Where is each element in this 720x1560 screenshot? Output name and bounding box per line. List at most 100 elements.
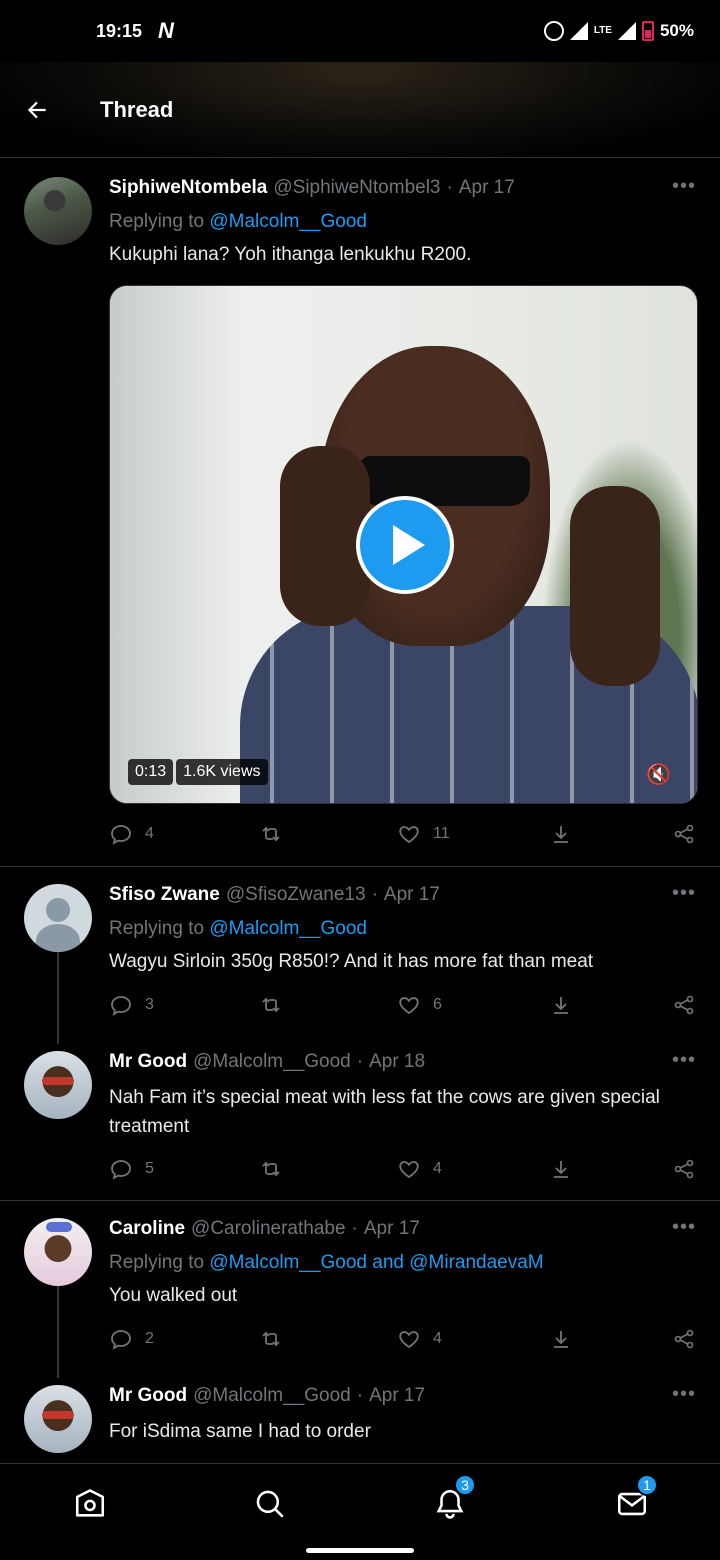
- heart-icon: [399, 1331, 419, 1349]
- tweet-author-handle[interactable]: @Malcolm__Good: [193, 1051, 351, 1073]
- reply-button[interactable]: 3: [109, 993, 154, 1017]
- like-button[interactable]: 11: [397, 822, 450, 846]
- tweet-text: Kukuphi lana? Yoh ithanga lenkukhu R200.: [109, 244, 472, 265]
- like-count: 11: [433, 825, 450, 842]
- mute-icon[interactable]: 🔇: [646, 762, 671, 787]
- page-title: Thread: [100, 96, 174, 122]
- replying-to-link[interactable]: @Malcolm__Good and @MirandaevaM: [209, 1252, 543, 1273]
- like-button[interactable]: 6: [397, 993, 442, 1017]
- signal-icon-2: [617, 22, 636, 40]
- nav-notifications[interactable]: 3: [430, 1474, 476, 1524]
- video-frame-wall: [110, 286, 240, 803]
- alarm-icon: [543, 21, 564, 41]
- download-icon: [554, 1331, 568, 1348]
- more-options-icon[interactable]: •••: [672, 1216, 696, 1239]
- download-button[interactable]: [549, 1327, 573, 1351]
- download-button[interactable]: [549, 1157, 573, 1181]
- video-duration: 0:13: [128, 759, 174, 785]
- separator-dot: ·: [351, 1218, 358, 1239]
- home-indicator[interactable]: [306, 1548, 414, 1553]
- retweet-button[interactable]: [259, 1157, 283, 1181]
- retweet-icon: [262, 1161, 280, 1177]
- like-button[interactable]: 4: [397, 1157, 442, 1181]
- download-button[interactable]: [549, 993, 573, 1017]
- heart-icon: [399, 1161, 419, 1179]
- nav-messages[interactable]: 1: [612, 1474, 658, 1524]
- notifications-badge: 3: [454, 1474, 476, 1496]
- video-views: 1.6K views: [176, 759, 268, 785]
- like-button[interactable]: 4: [397, 1327, 442, 1351]
- separator-dot: ·: [356, 1385, 364, 1406]
- tweet-author-handle[interactable]: @Malcolm__Good: [193, 1385, 351, 1407]
- video-frame-person: [240, 346, 697, 803]
- tweet-date[interactable]: Apr 18: [369, 1051, 425, 1073]
- tweet-date[interactable]: Apr 17: [459, 177, 515, 199]
- thread-connector: [57, 1286, 59, 1378]
- tweet-author-handle[interactable]: @SfisoZwane13: [226, 884, 366, 906]
- share-button[interactable]: [672, 1157, 696, 1181]
- tweet-date[interactable]: Apr 17: [369, 1385, 425, 1407]
- tweet-text: Nah Fam it’s special meat with less fat …: [109, 1087, 660, 1137]
- heart-icon: [399, 997, 419, 1015]
- tweet-author-handle[interactable]: @SiphiweNtombel3: [273, 177, 440, 199]
- reply-count: 4: [145, 825, 154, 842]
- heart-icon: [399, 826, 419, 844]
- tweet-author-name[interactable]: Caroline: [109, 1218, 185, 1240]
- reply-count: 5: [145, 1160, 154, 1177]
- retweet-icon: [262, 997, 280, 1013]
- share-icon: [674, 824, 694, 844]
- search-icon: [256, 1490, 284, 1518]
- reply-button[interactable]: 4: [109, 822, 154, 846]
- share-button[interactable]: [672, 822, 696, 846]
- tweet-actions: 2 4: [109, 1324, 696, 1354]
- back-button[interactable]: [0, 62, 74, 158]
- retweet-icon: [262, 826, 280, 842]
- tweet-actions: 4 11: [109, 819, 696, 849]
- avatar[interactable]: [24, 884, 92, 952]
- download-icon: [554, 997, 568, 1014]
- replying-prefix: Replying to: [109, 211, 205, 232]
- avatar[interactable]: [24, 177, 92, 245]
- like-count: 4: [433, 1330, 442, 1347]
- play-button[interactable]: [356, 496, 454, 594]
- tweet-author-handle[interactable]: @Carolinerathabe: [191, 1218, 346, 1240]
- tweet-date[interactable]: Apr 17: [364, 1218, 420, 1240]
- share-button[interactable]: [672, 1327, 696, 1351]
- share-icon: [674, 995, 694, 1015]
- nav-search[interactable]: [250, 1484, 290, 1524]
- reply-icon: [111, 996, 131, 1016]
- tweet-author-name[interactable]: Mr Good: [109, 1385, 187, 1407]
- reply-icon: [111, 825, 131, 845]
- like-count: 4: [433, 1160, 442, 1177]
- tweet-date[interactable]: Apr 17: [384, 884, 440, 906]
- reply-icon: [111, 1330, 131, 1350]
- more-options-icon[interactable]: •••: [672, 1049, 696, 1072]
- replying-prefix: Replying to: [109, 918, 205, 939]
- tweet-video[interactable]: 0:13 1.6K views 🔇: [109, 285, 698, 804]
- avatar[interactable]: [24, 1218, 92, 1286]
- share-icon: [674, 1329, 694, 1349]
- retweet-button[interactable]: [259, 822, 283, 846]
- download-button[interactable]: [549, 822, 573, 846]
- tweet-author-name[interactable]: Sfiso Zwane: [109, 884, 220, 906]
- more-options-icon[interactable]: •••: [672, 175, 696, 198]
- nav-home[interactable]: [70, 1484, 110, 1524]
- retweet-button[interactable]: [259, 993, 283, 1017]
- replying-to: Replying to @Malcolm__Good: [109, 917, 696, 941]
- avatar[interactable]: [24, 1051, 92, 1119]
- more-options-icon[interactable]: •••: [672, 882, 696, 905]
- avatar[interactable]: [24, 1385, 92, 1453]
- more-options-icon[interactable]: •••: [672, 1383, 696, 1406]
- replying-to-link[interactable]: @Malcolm__Good: [209, 918, 367, 939]
- share-button[interactable]: [672, 993, 696, 1017]
- signal-icon: [569, 22, 588, 40]
- tweet-author-name[interactable]: SiphiweNtombela: [109, 177, 267, 199]
- divider: [0, 1200, 720, 1201]
- reply-button[interactable]: 2: [109, 1327, 154, 1351]
- replying-to-link[interactable]: @Malcolm__Good: [209, 211, 367, 232]
- messages-badge: 1: [636, 1474, 658, 1496]
- tweet-text: Wagyu Sirloin 350g R850!? And it has mor…: [109, 951, 594, 972]
- reply-button[interactable]: 5: [109, 1157, 154, 1181]
- tweet-author-name[interactable]: Mr Good: [109, 1051, 187, 1073]
- retweet-button[interactable]: [259, 1327, 283, 1351]
